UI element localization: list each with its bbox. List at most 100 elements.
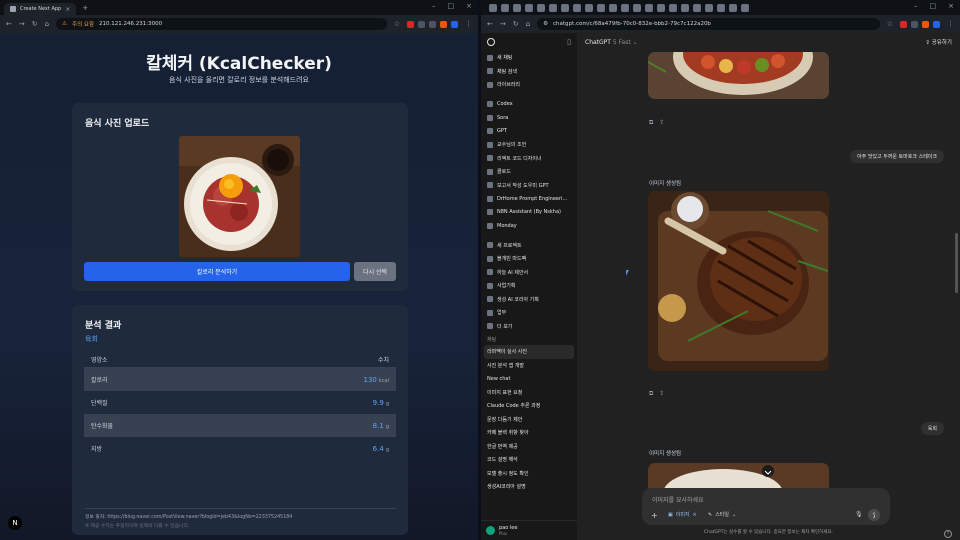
browser-tab[interactable]: Create Next App ×: [4, 3, 77, 15]
tab-icon[interactable]: [657, 3, 665, 12]
sidebar-gpt-item[interactable]: 클로드: [481, 165, 577, 179]
reload-icon[interactable]: ↻: [32, 20, 38, 28]
tab-icon[interactable]: [621, 3, 629, 12]
prompt-input[interactable]: 이미지를 묘사하세요: [652, 495, 704, 504]
tab-icon[interactable]: [669, 3, 677, 12]
sidebar-gpt-item[interactable]: Codex: [481, 98, 577, 112]
extension-icon[interactable]: [429, 20, 436, 28]
extension-icon[interactable]: [911, 20, 918, 28]
close-tab-icon[interactable]: ×: [65, 6, 70, 13]
openai-logo-icon[interactable]: [487, 38, 495, 46]
close-icon[interactable]: ×: [693, 512, 697, 518]
sidebar-nav-item[interactable]: 채팅 검색: [481, 65, 577, 79]
home-icon[interactable]: ⌂: [45, 20, 49, 28]
sidebar-project-item[interactable]: 업무: [481, 306, 577, 320]
microphone-icon[interactable]: 🎙: [855, 511, 863, 518]
extension-icon[interactable]: [440, 20, 447, 28]
extension-icon[interactable]: [900, 20, 907, 28]
sidebar-chat-item[interactable]: 한글 번역 제공: [481, 440, 577, 454]
new-tab-icon[interactable]: +: [82, 4, 88, 12]
sidebar-chat-item[interactable]: New chat: [481, 372, 577, 386]
sidebar-chat-item[interactable]: 카페 블렉 취향 찾아: [481, 426, 577, 440]
nextjs-badge-icon[interactable]: N: [8, 516, 22, 530]
sidebar-gpt-item[interactable]: Monday: [481, 219, 577, 233]
tab-icon[interactable]: [717, 3, 725, 12]
sidebar-toggle-icon[interactable]: ▯: [567, 38, 571, 46]
tab-icon[interactable]: [561, 3, 569, 12]
url-field[interactable]: ⚠ 주의 요함 210.121.246.231:3000: [56, 18, 387, 30]
image-mode-pill[interactable]: ▣ 이미지 ×: [668, 511, 697, 519]
back-icon[interactable]: ←: [6, 20, 12, 28]
minimize-icon[interactable]: –: [432, 2, 436, 10]
sidebar-project-item[interactable]: 생성 AI 코리아 기획: [481, 293, 577, 307]
sidebar-gpt-item[interactable]: N8N Assistant (By Nskha): [481, 206, 577, 220]
sidebar-chat-item[interactable]: 라마맥이 실사 사진: [484, 345, 574, 359]
sidebar-chat-item[interactable]: 모델 출시 정도 확인: [481, 467, 577, 481]
tab-icon[interactable]: [741, 3, 749, 12]
sidebar-gpt-item[interactable]: Sora: [481, 111, 577, 125]
sidebar-chat-item[interactable]: Claude Code 추론 과정: [481, 399, 577, 413]
minimize-icon[interactable]: –: [914, 2, 918, 10]
copy-icon[interactable]: ⧉: [649, 390, 653, 398]
share-button[interactable]: ⇪ 공유하기: [925, 38, 952, 46]
forward-icon[interactable]: →: [500, 20, 506, 28]
generated-image-steak[interactable]: [648, 191, 829, 371]
sidebar-gpt-item[interactable]: 리액트 코드 디자이너: [481, 152, 577, 166]
scrollbar[interactable]: [955, 233, 958, 293]
tab-icon[interactable]: [585, 3, 593, 12]
reload-icon[interactable]: ↻: [513, 20, 519, 28]
tab-icon[interactable]: [537, 3, 545, 12]
close-window-icon[interactable]: ×: [466, 2, 472, 10]
maximize-icon[interactable]: □: [930, 2, 937, 10]
sidebar-gpt-item[interactable]: 보고서 작성 도우미 GPT: [481, 179, 577, 193]
tab-icon[interactable]: [525, 3, 533, 12]
site-info-icon[interactable]: ⚙: [543, 21, 548, 27]
tab-icon[interactable]: [573, 3, 581, 12]
sidebar-chat-item[interactable]: 이미지 표현 요청: [481, 386, 577, 400]
share-icon[interactable]: ⇪: [659, 119, 664, 127]
generated-image-ratatouille[interactable]: [648, 52, 829, 99]
sidebar-project-item[interactable]: 하늘 AI 제안서: [481, 266, 577, 280]
user-profile[interactable]: pao lee Plus: [481, 520, 577, 540]
sidebar-chat-item[interactable]: 사진 분석 앱 개발: [481, 359, 577, 373]
sidebar-project-item[interactable]: 새 프로젝트: [481, 239, 577, 253]
sidebar-nav-item[interactable]: 새 채팅: [481, 51, 577, 65]
sidebar-gpt-item[interactable]: GPT: [481, 125, 577, 139]
tab-icon[interactable]: [693, 3, 701, 12]
sidebar-gpt-item[interactable]: 교수님의 조언: [481, 138, 577, 152]
extension-icon[interactable]: [418, 20, 425, 28]
tab-icon[interactable]: [489, 3, 497, 12]
extension-icon[interactable]: [922, 20, 929, 28]
copy-icon[interactable]: ⧉: [649, 119, 653, 127]
tab-icon[interactable]: [705, 3, 713, 12]
sidebar-project-item[interactable]: 블개빈 마드팩: [481, 252, 577, 266]
home-icon[interactable]: ⌂: [526, 20, 530, 28]
analyze-calorie-button[interactable]: 칼로리 분석하기: [84, 262, 350, 281]
bookmark-star-icon[interactable]: ☆: [887, 20, 893, 28]
extension-icon[interactable]: [407, 20, 414, 28]
tab-icon[interactable]: [681, 3, 689, 12]
tab-icon[interactable]: [633, 3, 641, 12]
tab-icon[interactable]: [501, 3, 509, 12]
menu-dots-icon[interactable]: ⋮: [465, 20, 472, 28]
close-window-icon[interactable]: ×: [948, 2, 954, 10]
sidebar-project-item[interactable]: 더 보기: [481, 320, 577, 334]
tab-icon[interactable]: [609, 3, 617, 12]
sidebar-project-item[interactable]: 사업기획: [481, 279, 577, 293]
back-icon[interactable]: ←: [487, 20, 493, 28]
sidebar-nav-item[interactable]: 라이브러리: [481, 78, 577, 92]
profile-icon[interactable]: [451, 20, 458, 28]
tab-icon[interactable]: [513, 3, 521, 12]
share-icon[interactable]: ⇪: [659, 390, 664, 398]
style-selector[interactable]: ✎ 스타일 ⌄: [708, 511, 736, 519]
sidebar-chat-item[interactable]: 문장 다듬기 제안: [481, 413, 577, 427]
model-selector[interactable]: ChatGPT 5 Fast ⌄: [585, 39, 638, 46]
sidebar-chat-item[interactable]: 코드 설명 해석: [481, 453, 577, 467]
profile-icon[interactable]: [933, 20, 940, 28]
voice-mode-button[interactable]: ⟆: [868, 509, 880, 521]
bookmark-star-icon[interactable]: ☆: [394, 20, 400, 28]
tab-icon[interactable]: [549, 3, 557, 12]
forward-icon[interactable]: →: [19, 20, 25, 28]
maximize-icon[interactable]: □: [448, 2, 455, 10]
sidebar-chat-item[interactable]: 생성AI코리아 설명: [481, 480, 577, 494]
